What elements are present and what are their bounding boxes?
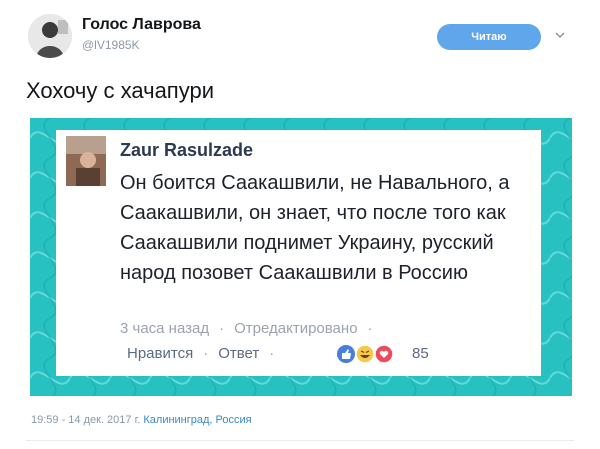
tweet-text: Хохочу с хачапури [26,78,214,103]
separator-dot: · [203,345,209,362]
tweet-location[interactable]: Калининград, Россия [143,414,251,426]
separator-dot: · [367,320,373,337]
commenter-avatar[interactable] [66,136,106,186]
author-name[interactable]: Голос Лаврова [82,16,201,34]
reaction-count[interactable]: 85 [412,345,429,362]
reply-link[interactable]: Ответ [218,345,259,362]
author-avatar[interactable] [28,14,72,58]
comment-edited[interactable]: Отредактировано [234,320,357,337]
like-link[interactable]: Нравится [127,345,193,362]
divider [26,440,574,441]
comment-actions: Нравится · Ответ · [127,345,284,362]
reactions-icons[interactable] [336,344,404,364]
tweet-timestamp[interactable]: 19:59 - 14 дек. 2017 г. Калининград, Рос… [31,414,252,426]
author-handle[interactable]: @lV1985K [82,38,140,52]
separator-dot: · [269,345,275,362]
separator-dot: · [219,320,225,337]
following-button[interactable]: Читаю [437,24,541,50]
tweet-time[interactable]: 19:59 - 14 дек. 2017 г. [31,414,140,426]
commenter-name[interactable]: Zaur Rasulzade [120,140,253,161]
haha-icon [355,344,375,364]
comment-time[interactable]: 3 часа назад [120,320,209,337]
comment-meta: 3 часа назад · Отредактировано · [120,320,383,337]
chevron-down-icon[interactable] [555,30,565,40]
love-icon [374,344,394,364]
comment-body: Он боится Саакашвили, не Навального, а С… [120,172,510,284]
like-icon [337,345,355,363]
